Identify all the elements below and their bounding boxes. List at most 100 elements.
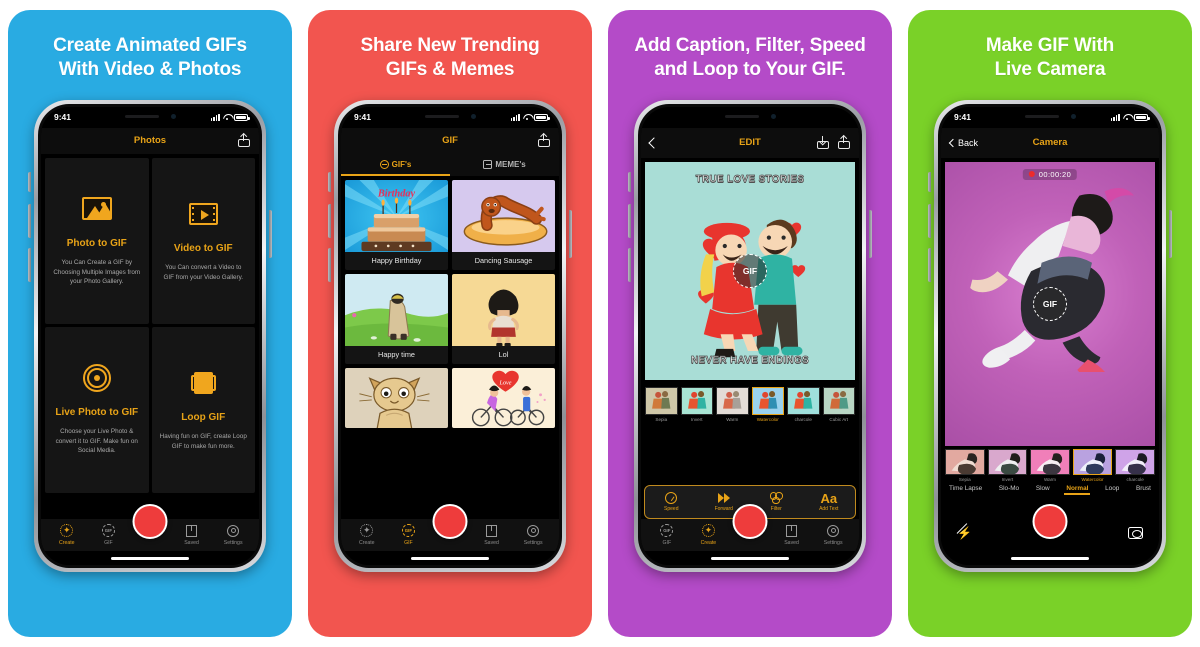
gif-card-happy-time[interactable]: Happy time: [345, 273, 448, 364]
panel-card: Add Caption, Filter, Speed and Loop to Y…: [608, 10, 892, 637]
mode-slo-mo[interactable]: Slo-Mo: [999, 485, 1019, 495]
mode-normal[interactable]: Normal: [1064, 485, 1091, 495]
power-button[interactable]: [869, 209, 872, 258]
mode-brust[interactable]: Brust: [1136, 485, 1151, 495]
power-button[interactable]: [1169, 209, 1172, 258]
tab-gif[interactable]: GIF GIF: [389, 524, 427, 546]
caption-top[interactable]: TRUE LOVE STORIES: [645, 173, 855, 185]
screen-body: 00:00:20 GIF Sepia Invert Warm Watercolo…: [941, 157, 1159, 565]
tool-speed[interactable]: Speed: [650, 492, 692, 512]
tab-settings[interactable]: Settings: [814, 524, 852, 546]
volume-down-button[interactable]: [28, 247, 31, 282]
filter-option-sepia[interactable]: Sepia: [645, 386, 678, 422]
phone-screen: 9:41 GIF GIF's MEME's Birthday Happy Bir…: [341, 106, 559, 565]
volume-down-button[interactable]: [328, 247, 331, 282]
record-button[interactable]: [432, 503, 468, 539]
headline-line2: and Loop to Your GIF.: [654, 58, 846, 80]
home-indicator[interactable]: [111, 556, 189, 560]
volume-up-button[interactable]: [628, 203, 631, 238]
feature-video-to-gif[interactable]: Video to GIF You Can convert a Video to …: [151, 157, 255, 324]
power-button[interactable]: [269, 209, 272, 258]
share-icon[interactable]: [238, 134, 250, 147]
mode-time-lapse[interactable]: Time Lapse: [949, 485, 982, 495]
tab-saved[interactable]: Saved: [473, 524, 511, 546]
tab-create[interactable]: ✦ Create: [48, 524, 86, 546]
record-button[interactable]: [1032, 503, 1068, 539]
gif-card-happy-birthday[interactable]: Birthday Happy Birthday: [345, 179, 448, 270]
gif-circle-icon: GIF: [660, 524, 674, 538]
mute-switch[interactable]: [628, 171, 631, 192]
panel-trending-gifs: Share New Trending GIFs & Memes 9:41 GIF…: [300, 0, 600, 647]
gif-preview-canvas[interactable]: TRUE LOVE STORIES NEVER HAVE ENDINGS GIF: [645, 161, 855, 380]
volume-up-button[interactable]: [928, 203, 931, 238]
segment-label: GIF's: [391, 160, 412, 169]
filter-thumbnail: [822, 386, 855, 415]
mute-switch[interactable]: [28, 171, 31, 192]
filter-option-invert[interactable]: Invert: [680, 386, 713, 422]
filter-option-watercolor[interactable]: Watercolor: [751, 386, 784, 422]
home-indicator[interactable]: [411, 556, 489, 560]
mute-switch[interactable]: [928, 171, 931, 192]
mode-loop[interactable]: Loop: [1105, 485, 1119, 495]
tab-create[interactable]: ✦ Create: [348, 524, 386, 546]
power-button[interactable]: [569, 209, 572, 258]
mute-switch[interactable]: [328, 171, 331, 192]
volume-down-button[interactable]: [928, 247, 931, 282]
feature-photo-to-gif[interactable]: Photo to GIF You Can Create a GIF by Cho…: [45, 157, 149, 324]
create-star-icon: ✦: [701, 524, 715, 538]
tool-add-text[interactable]: Aa Add Text: [808, 492, 850, 512]
filter-option-watercolor[interactable]: Watercolor: [1072, 448, 1113, 482]
filter-option-charcole[interactable]: charcole: [787, 386, 820, 422]
tab-memes[interactable]: MEME's: [450, 154, 559, 176]
filter-option-invert[interactable]: Invert: [987, 448, 1028, 482]
phone-bezel: 9:41 Photos Photo to GIF You Can Create …: [38, 103, 262, 568]
gif-tab-icon: [379, 160, 389, 169]
record-button[interactable]: [132, 503, 168, 539]
home-indicator[interactable]: [711, 556, 789, 560]
share-icon[interactable]: [838, 136, 850, 149]
cellular-signal-icon: [210, 113, 220, 121]
volume-down-button[interactable]: [628, 247, 631, 282]
filter-option-warm[interactable]: Warm: [1030, 448, 1070, 482]
gif-card-lol[interactable]: Lol: [452, 273, 555, 364]
tab-gif[interactable]: GIF GIF: [648, 524, 686, 546]
flash-off-icon[interactable]: ⚡: [957, 527, 972, 539]
create-star-icon: ✦: [60, 524, 74, 538]
share-icon[interactable]: [538, 134, 550, 147]
tab-gifs[interactable]: GIF's: [341, 154, 450, 176]
volume-up-button[interactable]: [28, 203, 31, 238]
segmented-tabs: GIF's MEME's: [341, 153, 559, 176]
gif-card-cat[interactable]: [345, 367, 448, 428]
camera-preview[interactable]: 00:00:20 GIF: [945, 161, 1155, 446]
phone-mockup: . EDIT: [628, 99, 872, 572]
front-camera-icon: [470, 113, 476, 119]
filter-option-warm[interactable]: Warm: [716, 386, 749, 422]
gear-icon: [226, 524, 240, 538]
tab-label: Settings: [523, 539, 543, 546]
mode-slow[interactable]: Slow: [1036, 485, 1050, 495]
tab-settings[interactable]: Settings: [514, 524, 552, 546]
flip-camera-icon[interactable]: [1128, 526, 1143, 539]
filter-option-sepia[interactable]: Sepia: [945, 448, 985, 482]
panel-card: Create Animated GIFs With Video & Photos: [8, 10, 292, 637]
filter-option-charcole[interactable]: charcole: [1115, 448, 1155, 482]
back-button[interactable]: Back: [948, 138, 978, 148]
home-indicator[interactable]: [1011, 556, 1089, 560]
gif-card-dancing-sausage[interactable]: Dancing Sausage: [452, 179, 555, 270]
tab-settings[interactable]: Settings: [214, 524, 252, 546]
back-button[interactable]: [648, 136, 660, 149]
tab-gif[interactable]: GIF GIF: [89, 524, 127, 546]
tab-saved[interactable]: Saved: [173, 524, 211, 546]
caption-bottom[interactable]: NEVER HAVE ENDINGS: [645, 354, 855, 366]
tab-create[interactable]: ✦ Create: [689, 524, 727, 546]
feature-loop-gif[interactable]: Loop GIF Having fun on GIF, create Loop …: [151, 326, 255, 493]
filter-option-cubic-art[interactable]: Cubic Art: [822, 386, 855, 422]
filter-label: Cubic Art: [829, 416, 849, 422]
download-icon[interactable]: [817, 136, 829, 149]
battery-icon: [534, 113, 550, 121]
record-button[interactable]: [732, 503, 768, 539]
volume-up-button[interactable]: [328, 203, 331, 238]
tab-saved[interactable]: Saved: [773, 524, 811, 546]
gif-card-love-bikes[interactable]: Love: [452, 367, 555, 428]
feature-live-photo-to-gif[interactable]: Live Photo to GIF Choose your Live Photo…: [45, 326, 149, 493]
